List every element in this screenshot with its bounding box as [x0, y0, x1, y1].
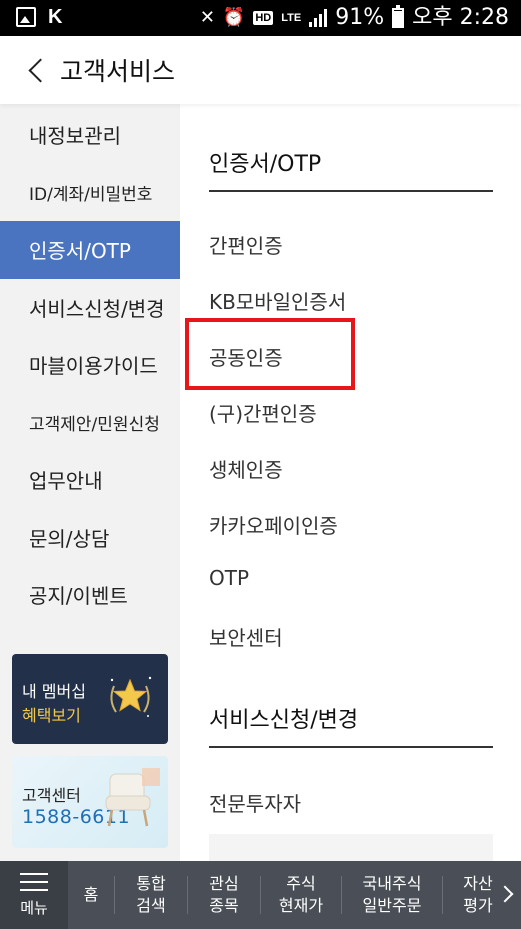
- sidebar-item-suggestion-complaint[interactable]: 고객제안/민원신청: [0, 394, 180, 452]
- highlight-annotation-box: [185, 318, 355, 390]
- star-laurel-icon: [110, 676, 152, 717]
- menu-link-old-simple-auth[interactable]: (구)간편인증: [209, 398, 317, 427]
- app-header: 고객서비스: [0, 36, 521, 104]
- menu-link-professional-investor[interactable]: 전문투자자: [209, 788, 301, 817]
- menu-link-kb-mobile-cert[interactable]: KB모바일인증서: [209, 286, 346, 315]
- clock: 오후 2:28: [412, 5, 509, 30]
- sidebar-item-certificate-otp[interactable]: 인증서/OTP: [0, 221, 180, 279]
- alarm-icon: ⏰: [222, 7, 246, 28]
- battery-icon: [392, 5, 405, 28]
- menu-link-security-center[interactable]: 보안센터: [209, 622, 283, 651]
- nav-item-label: 평가: [463, 896, 493, 915]
- status-left-icons: K: [16, 7, 62, 27]
- sidebar-item-id-account-password[interactable]: ID/계좌/비밀번호: [0, 164, 180, 222]
- nav-item-stock-price[interactable]: 주식 현재가: [261, 861, 341, 929]
- section-title-service-request: 서비스신청/변경: [209, 708, 359, 733]
- nav-menu-label: 메뉴: [20, 898, 48, 917]
- section-divider-2: [209, 746, 493, 748]
- sidebar-item-notice-event[interactable]: 공지/이벤트: [0, 566, 180, 624]
- nav-item-domestic-order[interactable]: 국내주식 일반주문: [342, 861, 442, 929]
- menu-link-kakaopay-auth[interactable]: 카카오페이인증: [209, 510, 338, 539]
- menu-link-otp[interactable]: OTP: [209, 566, 249, 590]
- signal-icon: [309, 9, 328, 27]
- nav-item-search[interactable]: 통합 검색: [115, 861, 187, 929]
- sidebar-item-service-request[interactable]: 서비스신청/변경: [0, 279, 180, 337]
- membership-benefit-link: 혜택보기: [22, 706, 81, 725]
- customer-center-banner[interactable]: 고객센터 1588-6611: [12, 756, 168, 848]
- nav-item-label: 국내주식: [362, 874, 422, 893]
- nav-item-label: 일반주문: [362, 896, 422, 915]
- nav-menu-button[interactable]: 메뉴: [0, 861, 68, 929]
- customer-center-label: 고객센터: [22, 786, 81, 805]
- sidebar-item-my-info[interactable]: 내정보관리: [0, 106, 180, 164]
- nav-item-label: 홈: [83, 885, 99, 904]
- membership-banner[interactable]: 내 멤버십 혜택보기: [12, 654, 168, 744]
- nav-item-label: 관심: [209, 874, 239, 893]
- sidebar-item-business-guide[interactable]: 업무안내: [0, 451, 180, 509]
- battery-percent: 91%: [335, 5, 385, 30]
- content-placeholder-block: [209, 834, 493, 861]
- nav-item-label: 검색: [136, 896, 166, 915]
- gallery-notification-icon: [16, 7, 36, 27]
- sidebar: 내정보관리 ID/계좌/비밀번호 인증서/OTP 서비스신청/변경 마블이용가이…: [0, 104, 180, 861]
- hd-voice-icon: HD: [253, 11, 274, 25]
- page-title: 고객서비스: [60, 57, 176, 86]
- app-notification-icon: K: [48, 6, 63, 28]
- sidebar-item-inquiry[interactable]: 문의/상담: [0, 509, 180, 567]
- menu-link-simple-auth[interactable]: 간편인증: [209, 230, 283, 259]
- armchair-icon: [105, 768, 160, 827]
- bottom-nav: 메뉴 홈 통합 검색 관심 종목 주식 현재가 국내주식 일반주문 자산 평가: [0, 861, 521, 929]
- nav-item-label: 주식: [286, 874, 316, 893]
- sidebar-item-mable-guide[interactable]: 마블이용가이드: [0, 336, 180, 394]
- section-title-certificate-otp: 인증서/OTP: [209, 152, 322, 177]
- nav-item-label: 현재가: [278, 896, 324, 915]
- nav-item-watchlist[interactable]: 관심 종목: [188, 861, 260, 929]
- back-arrow-icon[interactable]: [26, 59, 48, 81]
- nav-item-home[interactable]: 홈: [68, 861, 114, 929]
- membership-label: 내 멤버십: [22, 682, 86, 701]
- nfc-icon: ✕: [199, 7, 215, 28]
- nav-items-scroll: 홈 통합 검색 관심 종목 주식 현재가 국내주식 일반주문 자산 평가: [68, 861, 521, 929]
- nav-item-label: 종목: [209, 896, 239, 915]
- lte-icon: LTE: [281, 11, 302, 24]
- nav-item-label: 통합: [136, 874, 166, 893]
- menu-link-biometric-auth[interactable]: 생체인증: [209, 454, 283, 483]
- main-content: 인증서/OTP 간편인증 KB모바일인증서 공동인증 (구)간편인증 생체인증 …: [180, 104, 521, 861]
- nav-item-label: 자산: [463, 874, 493, 893]
- status-right-icons: ✕ ⏰ HD LTE 91% 오후 2:28: [200, 5, 509, 31]
- section-divider: [209, 190, 493, 192]
- status-bar: K ✕ ⏰ HD LTE 91% 오후 2:28: [0, 0, 521, 36]
- hamburger-icon: [20, 872, 48, 891]
